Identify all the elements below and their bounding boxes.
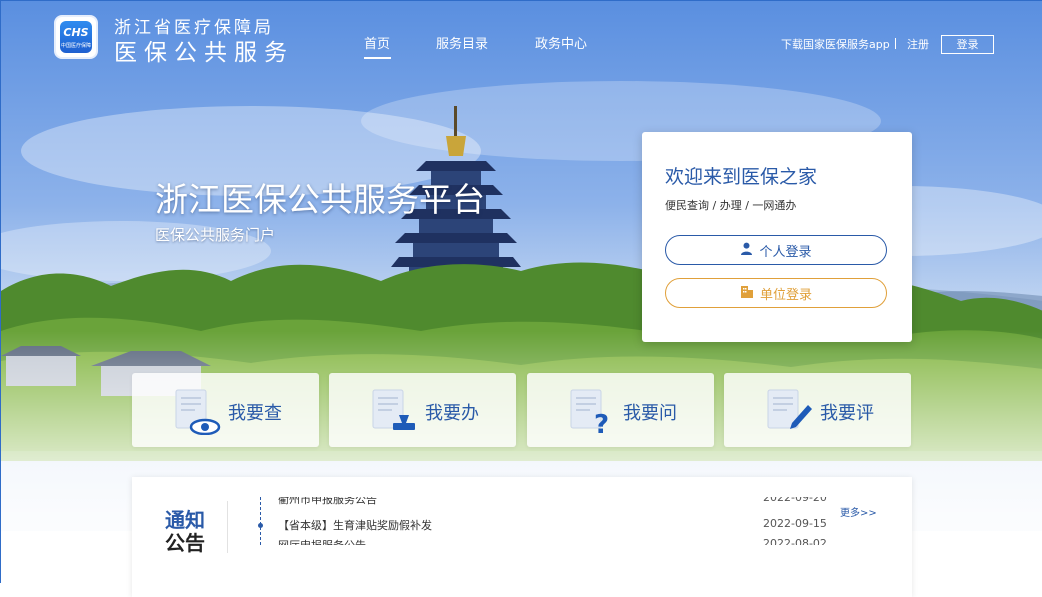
user-icon — [740, 242, 753, 259]
service-query-card[interactable]: 我要查 — [132, 373, 319, 447]
notice-list: 衢州市申报服务公告 2022-09-20 【省本级】生育津贴奖励假补发 2022… — [250, 497, 830, 545]
header-divider — [895, 38, 896, 49]
building-icon — [740, 284, 754, 302]
logo-text: CHS — [63, 26, 89, 39]
document-question-icon: ? — [567, 387, 617, 440]
svg-text:?: ? — [594, 410, 609, 435]
welcome-card: 欢迎来到医保之家 便民查询 / 办理 / 一网通办 个人登录 单位登录 — [642, 132, 912, 342]
chs-logo[interactable]: CHS 中国医疗保障 — [54, 15, 98, 59]
register-link[interactable]: 注册 — [907, 36, 929, 52]
notice-title: 网厅申报服务公告 — [278, 537, 366, 545]
welcome-subtitle: 便民查询 / 办理 / 一网通办 — [665, 199, 797, 212]
notice-title: 【省本级】生育津贴奖励假补发 — [278, 519, 432, 532]
welcome-title: 欢迎来到医保之家 — [665, 166, 818, 188]
list-item[interactable]: 衢州市申报服务公告 2022-09-20 — [250, 497, 830, 511]
logo-mark: CHS 中国医疗保障 — [60, 21, 92, 53]
list-item[interactable]: 【省本级】生育津贴奖励假补发 2022-09-15 — [250, 517, 830, 537]
logo-subtext: 中国医疗保障 — [60, 43, 91, 49]
download-app-link[interactable]: 下载国家医保服务app — [781, 36, 890, 52]
notice-date: 2022-09-20 — [763, 497, 827, 504]
notice-title: 衢州市申报服务公告 — [278, 497, 377, 506]
personal-login-button[interactable]: 个人登录 — [665, 235, 887, 265]
timeline-dot — [258, 523, 263, 528]
nav-service-catalog[interactable]: 服务目录 — [436, 33, 488, 52]
company-login-button[interactable]: 单位登录 — [665, 278, 887, 308]
service-ask-label: 我要问 — [623, 403, 677, 424]
nav-active-indicator — [364, 57, 391, 59]
service-query-label: 我要查 — [228, 403, 282, 424]
document-stamp-icon — [369, 387, 419, 435]
notice-date: 2022-08-02 — [763, 537, 827, 545]
more-link[interactable]: 更多>> — [840, 504, 877, 519]
list-item[interactable]: 网厅申报服务公告 2022-08-02 — [250, 537, 830, 545]
service-rate-card[interactable]: 我要评 — [724, 373, 911, 447]
document-pen-icon — [764, 387, 814, 435]
service-rate-label: 我要评 — [820, 403, 874, 424]
nav-government-center[interactable]: 政务中心 — [535, 33, 587, 52]
document-eye-icon — [172, 387, 222, 436]
nav-home[interactable]: 首页 — [364, 33, 390, 52]
service-handle-card[interactable]: 我要办 — [329, 373, 516, 447]
company-login-label: 单位登录 — [759, 287, 812, 303]
notice-divider — [227, 501, 228, 553]
login-button[interactable]: 登录 — [941, 35, 994, 54]
notice-date: 2022-09-15 — [763, 517, 827, 530]
personal-login-label: 个人登录 — [759, 244, 812, 260]
notice-panel: 通知 公告 衢州市申报服务公告 2022-09-20 【省本级】生育津贴奖励假补… — [132, 477, 912, 597]
site-name: 医保公共服务 — [114, 40, 294, 66]
hero-title: 浙江医保公共服务平台 — [155, 180, 485, 219]
service-ask-card[interactable]: ? 我要问 — [527, 373, 714, 447]
service-handle-label: 我要办 — [425, 403, 479, 424]
announcement-heading: 公告 — [165, 531, 205, 555]
hero-subtitle: 医保公共服务门户 — [155, 226, 276, 244]
